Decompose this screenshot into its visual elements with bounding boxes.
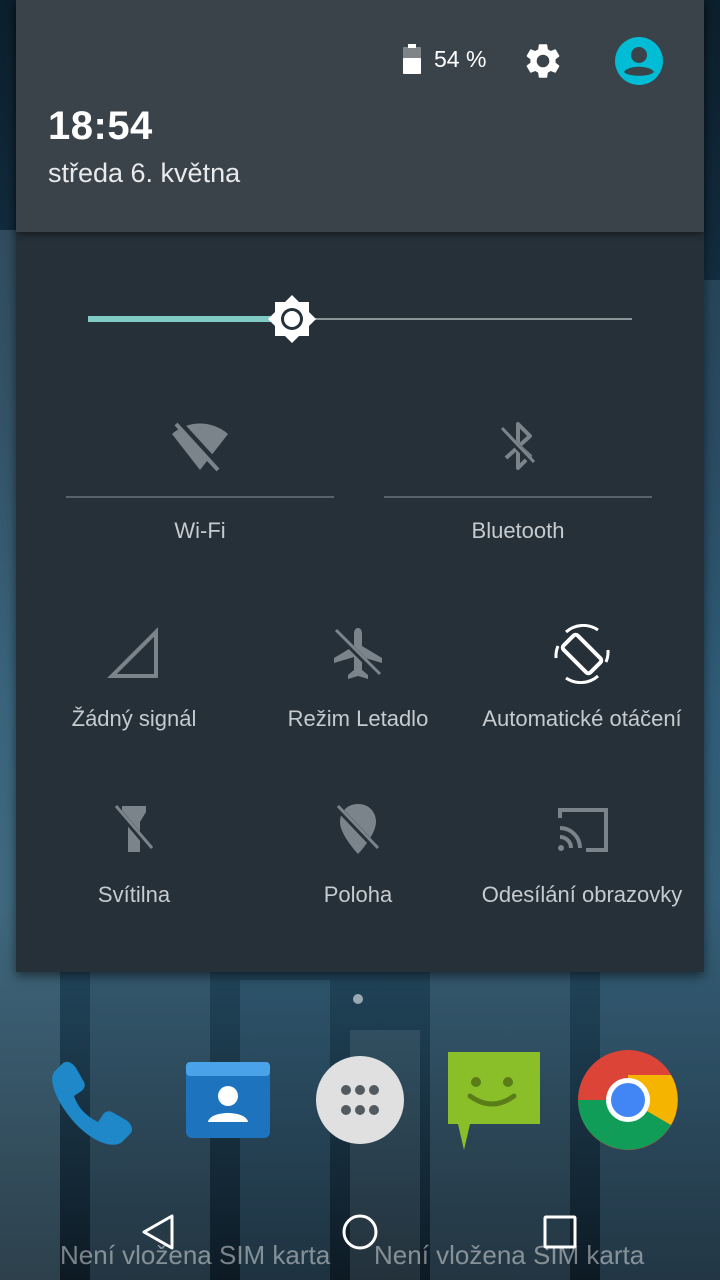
brightness-slider[interactable]	[88, 290, 632, 350]
notification-shade: 54 % 18:54 středa 6. května Wi-Fi Blueto…	[16, 0, 704, 972]
brightness-fill	[88, 316, 292, 322]
brightness-thumb-icon[interactable]	[266, 293, 318, 345]
tile-label: Automatické otáčení	[482, 706, 682, 731]
sim-status-text: Není vložena SIM karta	[374, 1240, 645, 1270]
tile-signal[interactable]: Žádný signál	[22, 624, 246, 774]
messaging-icon[interactable]	[440, 1048, 544, 1152]
tile-cast[interactable]: Odesílání obrazovky	[470, 800, 694, 950]
settings-gear-icon[interactable]	[522, 40, 564, 82]
tile-airplane[interactable]: Režim Letadlo	[246, 624, 470, 774]
app-drawer-icon[interactable]	[308, 1048, 412, 1152]
sim-status-text: Není vložena SIM karta	[60, 1240, 331, 1270]
tile-divider	[66, 496, 334, 498]
auto-rotate-icon	[554, 624, 610, 684]
tile-flashlight[interactable]: Svítilna	[22, 800, 246, 950]
tile-rotation[interactable]: Automatické otáčení	[470, 624, 694, 774]
chrome-icon[interactable]	[576, 1048, 680, 1152]
airplane-off-icon	[333, 628, 383, 679]
contacts-icon[interactable]	[176, 1048, 280, 1152]
clock[interactable]: 18:54	[48, 104, 153, 149]
phone-icon[interactable]	[40, 1048, 144, 1152]
user-avatar-icon[interactable]	[614, 36, 664, 86]
battery-percent: 54 %	[434, 46, 487, 72]
tile-label: Wi-Fi	[174, 518, 226, 543]
tile-bluetooth[interactable]: Bluetooth	[384, 400, 652, 560]
date[interactable]: středa 6. května	[48, 158, 240, 189]
no-signal-icon	[107, 627, 158, 678]
tile-location[interactable]: Poloha	[246, 800, 470, 950]
bluetooth-off-icon	[499, 422, 537, 470]
tile-label: Odesílání obrazovky	[481, 882, 683, 907]
location-off-icon	[335, 804, 381, 854]
shade-header: 54 % 18:54 středa 6. května	[16, 0, 704, 232]
flashlight-off-icon	[113, 805, 155, 852]
cast-icon	[558, 808, 608, 852]
battery-icon	[403, 44, 421, 74]
wifi-off-icon	[172, 419, 228, 472]
tile-divider	[384, 496, 652, 498]
tile-wifi[interactable]: Wi-Fi	[66, 400, 334, 560]
page-indicator-dot	[353, 994, 363, 1004]
tile-label: Bluetooth	[471, 518, 565, 543]
